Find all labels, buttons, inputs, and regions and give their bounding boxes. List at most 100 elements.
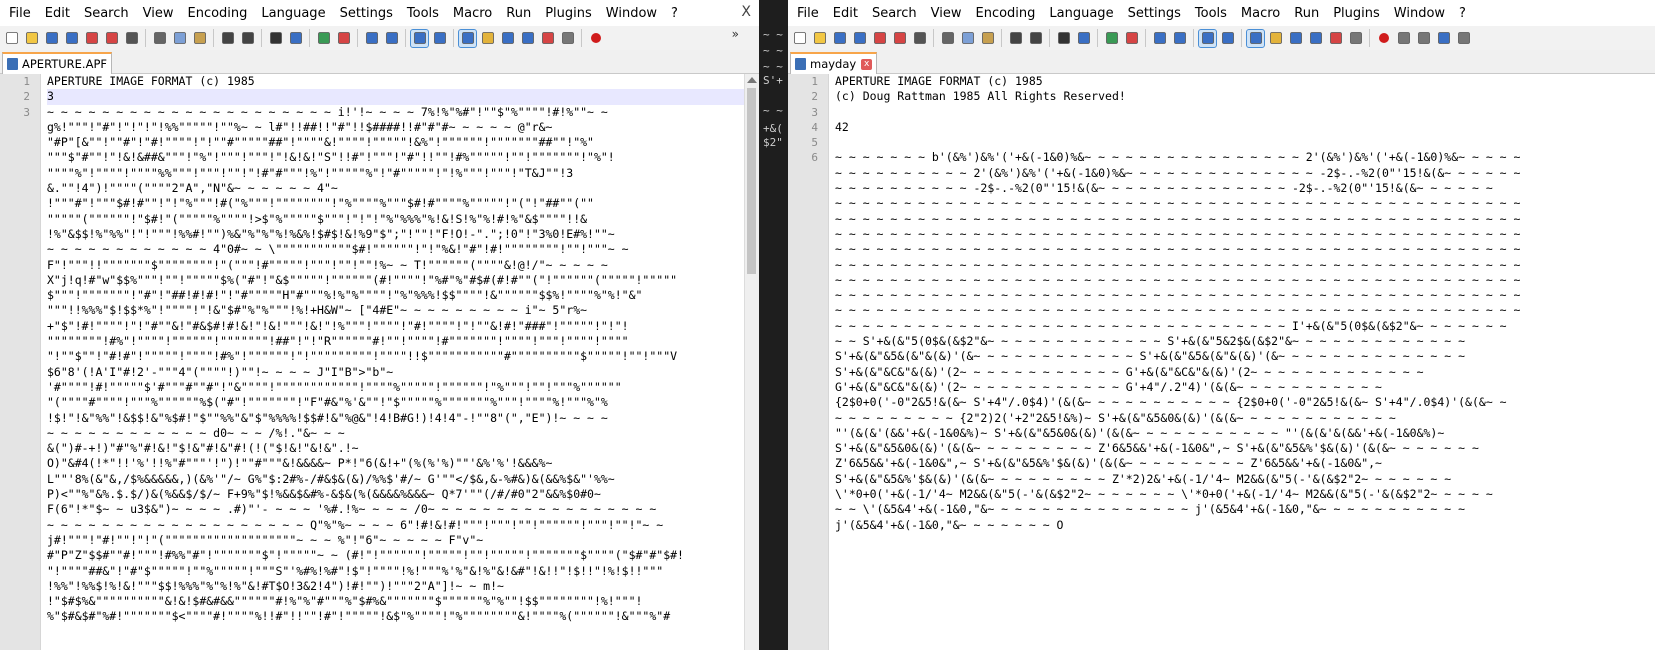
open-file-icon[interactable] bbox=[811, 30, 828, 47]
menu-tools[interactable]: Tools bbox=[400, 6, 446, 21]
undo-icon[interactable] bbox=[219, 30, 236, 47]
editor-line[interactable]: ~ ~ \'(&5&4'+&(-1&0,"&~ ~ ~ ~ ~ ~ ~ ~ ~ … bbox=[788, 502, 1655, 517]
stop-record-icon[interactable] bbox=[1395, 30, 1412, 47]
editor-line[interactable]: ~ ~ ~ ~ ~ ~ ~ ~ ~ ~ ~ ~ ~ ~ ~ ~ ~ ~ ~ ~ … bbox=[788, 273, 1655, 288]
editor-line[interactable]: 2 (c) Doug Rattman 1985 All Rights Reserv… bbox=[788, 89, 1655, 104]
editor-line[interactable]: ~ ~ ~ ~ ~ ~ ~ ~ ~ ~ ~ ~ ~ ~ ~ ~ ~ ~ ~ ~ … bbox=[788, 258, 1655, 273]
open-file-icon[interactable] bbox=[23, 30, 40, 47]
editor-line[interactable]: ~ ~ ~ ~ ~ ~ ~ ~ ~ ~ ~ ~ ~ ~ ~ ~ ~ ~ ~ ~ … bbox=[788, 303, 1655, 318]
close-all-icon[interactable] bbox=[103, 30, 120, 47]
menu-search[interactable]: Search bbox=[865, 6, 924, 21]
tab-mayday[interactable]: mayday x bbox=[790, 52, 878, 74]
editor-line[interactable]: ~ ~ ~ ~ ~ ~ ~ ~ ~ ~ ~ ~ ~ ~ ~ ~ ~ ~ ~ ~ … bbox=[788, 212, 1655, 227]
editor-line[interactable]: &(")#-+!)"#"%"#!&!"$!&"#!&"#!(!("$!&!"&!… bbox=[0, 441, 759, 456]
editor-line[interactable]: 6 ~ ~ ~ ~ ~ ~ ~ b'(&%')&%'('+&(-1&0)%&~ ~… bbox=[788, 150, 1655, 165]
editor-line[interactable]: ~ ~ ~ ~ ~ ~ ~ ~ ~ ~ ~ ~ ~ ~ ~ ~ ~ ~ ~ ~ … bbox=[788, 319, 1655, 334]
editor-line[interactable]: #"P"Z"$$#""#!"""!#%%"#"!"""""""$"!"""""~… bbox=[0, 548, 759, 563]
copy-icon[interactable] bbox=[959, 30, 976, 47]
editor-line[interactable]: 5 bbox=[788, 135, 1655, 150]
folder-workspace-icon[interactable] bbox=[1327, 30, 1344, 47]
editor-line[interactable]: L""'8%(&"&,/$%&&&&&,)(&%'"/~ G%"$:2#%-/#… bbox=[0, 472, 759, 487]
menu-settings[interactable]: Settings bbox=[333, 6, 400, 21]
editor-line[interactable]: G'+&(&"&C&"&(&)'(2~ ~ ~ ~ ~ ~ ~ ~ ~ ~ ~ … bbox=[788, 380, 1655, 395]
save-file-icon[interactable] bbox=[43, 30, 60, 47]
editor-line[interactable]: ~ ~ ~ ~ ~ ~ ~ ~ ~ ~ ~ ~ ~ ~ ~ ~ ~ ~ ~ ~ … bbox=[788, 242, 1655, 257]
menu-macro[interactable]: Macro bbox=[1234, 6, 1287, 21]
editor-line[interactable]: g%!"""!"#"!"!"!"!%%"""""!""%~ ~ l#"!!##!… bbox=[0, 120, 759, 135]
folder-workspace-icon[interactable] bbox=[539, 30, 556, 47]
menu-edit[interactable]: Edit bbox=[38, 6, 77, 21]
zoom-in-icon[interactable] bbox=[1103, 30, 1120, 47]
toolbar-overflow-chevron[interactable]: » bbox=[732, 27, 739, 41]
editor-line[interactable]: "'(&(&'(&&'+&(-1&0&%)~ S'+&(&"&5&0&(&)'(… bbox=[788, 426, 1655, 441]
indent-guide-icon[interactable] bbox=[458, 28, 477, 48]
scrollbar-thumb[interactable] bbox=[747, 88, 756, 274]
menu-language[interactable]: Language bbox=[1042, 6, 1120, 21]
editor-line[interactable]: F"!"""!!"""""""$""""""""!"("""!#"""""!""… bbox=[0, 258, 759, 273]
sync-vertical-icon[interactable] bbox=[1151, 30, 1168, 47]
redo-icon[interactable] bbox=[239, 30, 256, 47]
menu-settings[interactable]: Settings bbox=[1121, 6, 1188, 21]
redo-icon[interactable] bbox=[1027, 30, 1044, 47]
editor-line[interactable]: ~ ~ ~ ~ ~ ~ ~ ~ ~ {2"2)2('+2"2&5!&%)~ S'… bbox=[788, 411, 1655, 426]
udl-icon[interactable] bbox=[479, 30, 496, 47]
editor-line[interactable]: ~ ~ ~ ~ ~ ~ ~ ~ ~ ~ ~ ~ 4"0#~ ~ \"""""""… bbox=[0, 242, 759, 257]
editor-line[interactable]: ~ ~ ~ ~ ~ ~ ~ ~ ~ ~ ~ ~ ~ ~ ~ ~ ~ ~ ~ Q"… bbox=[0, 518, 759, 533]
editor-line[interactable]: 3 bbox=[788, 105, 1655, 120]
menu-search[interactable]: Search bbox=[77, 6, 136, 21]
tab-aperture-apf[interactable]: APERTURE.APF bbox=[2, 52, 112, 74]
menu-run[interactable]: Run bbox=[499, 6, 538, 21]
find-icon[interactable] bbox=[1055, 30, 1072, 47]
cut-icon[interactable] bbox=[151, 30, 168, 47]
cut-icon[interactable] bbox=[939, 30, 956, 47]
editor-line[interactable]: F(6"!*"$~ ~ u3$&")~ ~ ~ ~ .#)"'- ~ ~ ~ '… bbox=[0, 502, 759, 517]
menu-encoding[interactable]: Encoding bbox=[968, 6, 1042, 21]
editor-line[interactable]: O)"&#4(!*"!!'%'!!%"#"""'!")!""#"""&!&&&&… bbox=[0, 456, 759, 471]
editor-line[interactable]: !"""#"!"""$#!#""!"!"%"""!#("%"""!"""""""… bbox=[0, 196, 759, 211]
find-icon[interactable] bbox=[267, 30, 284, 47]
editor-line[interactable]: Z'6&5&&'+&(-1&0&",~ S'+&(&"&5&%'$&(&)'(&… bbox=[788, 456, 1655, 471]
editor-line[interactable]: "!""$""!"#!#"!"""""!""""!#%"!""""""!"!""… bbox=[0, 349, 759, 364]
zoom-in-icon[interactable] bbox=[315, 30, 332, 47]
editor-line[interactable]: "#P"[&""!""#"!"#!""""!"!""#"""""##"!""""… bbox=[0, 135, 759, 150]
editor-line[interactable]: ~ ~ ~ ~ ~ ~ ~ ~ ~ ~ ~ ~ ~ ~ ~ ~ ~ ~ ~ ~ … bbox=[788, 227, 1655, 242]
editor-line[interactable]: S'+&(&"&C&"&(&)'(2~ ~ ~ ~ ~ ~ ~ ~ ~ ~ ~ … bbox=[788, 365, 1655, 380]
editor-line[interactable]: !%"&$$!%"%%"!"!"""!%%#!"")%&"%"%"%!%&%!$… bbox=[0, 227, 759, 242]
word-wrap-icon[interactable] bbox=[1198, 28, 1217, 48]
editor-line[interactable]: j#!"""!"#!""!"!"("""""""""""""""""""~ ~ … bbox=[0, 533, 759, 548]
sync-horizontal-icon[interactable] bbox=[1171, 30, 1188, 47]
editor-line[interactable]: S'+&(&"&5&(&"&(&)'(&~ ~ ~ ~ ~ ~ ~ ~ ~ ~ … bbox=[788, 349, 1655, 364]
menu-language[interactable]: Language bbox=[254, 6, 332, 21]
menu-macro[interactable]: Macro bbox=[446, 6, 499, 21]
monitor-icon[interactable] bbox=[1347, 30, 1364, 47]
zoom-out-icon[interactable] bbox=[335, 30, 352, 47]
save-macro-icon[interactable] bbox=[1455, 30, 1472, 47]
editor-line[interactable]: P)<""%"&%.$.$/)&(%&&$/$/~ F+9%"$!%&&$&#%… bbox=[0, 487, 759, 502]
editor-line[interactable]: $6"8'(!A'I"#!2'-"""4"(""""!)""!~ ~ ~ ~ J… bbox=[0, 365, 759, 380]
menu-view[interactable]: View bbox=[924, 6, 969, 21]
doc-map-icon[interactable] bbox=[499, 30, 516, 47]
editor-line[interactable]: 23 bbox=[0, 89, 759, 105]
editor-line[interactable]: ~ ~ ~ ~ ~ ~ ~ ~ ~ ~ ~ ~ ~ ~ ~ ~ ~ ~ ~ ~ … bbox=[788, 288, 1655, 303]
text-editor[interactable]: 1 APERTURE IMAGE FORMAT (c) 1985 2 3 3 ~ ~ ~ … bbox=[0, 74, 759, 650]
show-all-chars-icon[interactable] bbox=[431, 30, 448, 47]
doc-map-icon[interactable] bbox=[1287, 30, 1304, 47]
menu-plugins[interactable]: Plugins bbox=[538, 6, 599, 21]
editor-line[interactable]: '#""""!#!"""""$'#"""#""#"!"&""""!"""""""… bbox=[0, 380, 759, 395]
record-macro-icon[interactable] bbox=[587, 30, 604, 47]
menu-file[interactable]: File bbox=[790, 6, 826, 21]
close-file-icon[interactable] bbox=[83, 30, 100, 47]
editor-line[interactable]: j'(&5&4'+&(-1&0,"&~ ~ ~ ~ ~ ~ ~ O bbox=[788, 518, 1655, 533]
run-macro-multiple-icon[interactable] bbox=[1435, 30, 1452, 47]
record-macro-icon[interactable] bbox=[1375, 30, 1392, 47]
close-all-icon[interactable] bbox=[891, 30, 908, 47]
tab-close-icon[interactable]: x bbox=[861, 58, 873, 70]
func-list-icon[interactable] bbox=[1307, 30, 1324, 47]
menu-window[interactable]: Window bbox=[599, 6, 664, 21]
play-macro-icon[interactable] bbox=[1415, 30, 1432, 47]
paste-icon[interactable] bbox=[191, 30, 208, 47]
editor-line[interactable]: ~ ~ ~ ~ ~ ~ ~ ~ ~ ~ ~ ~ ~ ~ ~ ~ ~ ~ ~ ~ … bbox=[788, 196, 1655, 211]
editor-line[interactable]: $"""!"""""""!"#"!"##!#!#!"!"#"""""H"#"""… bbox=[0, 288, 759, 303]
menu-view[interactable]: View bbox=[136, 6, 181, 21]
menu-help[interactable]: ? bbox=[1452, 6, 1473, 21]
